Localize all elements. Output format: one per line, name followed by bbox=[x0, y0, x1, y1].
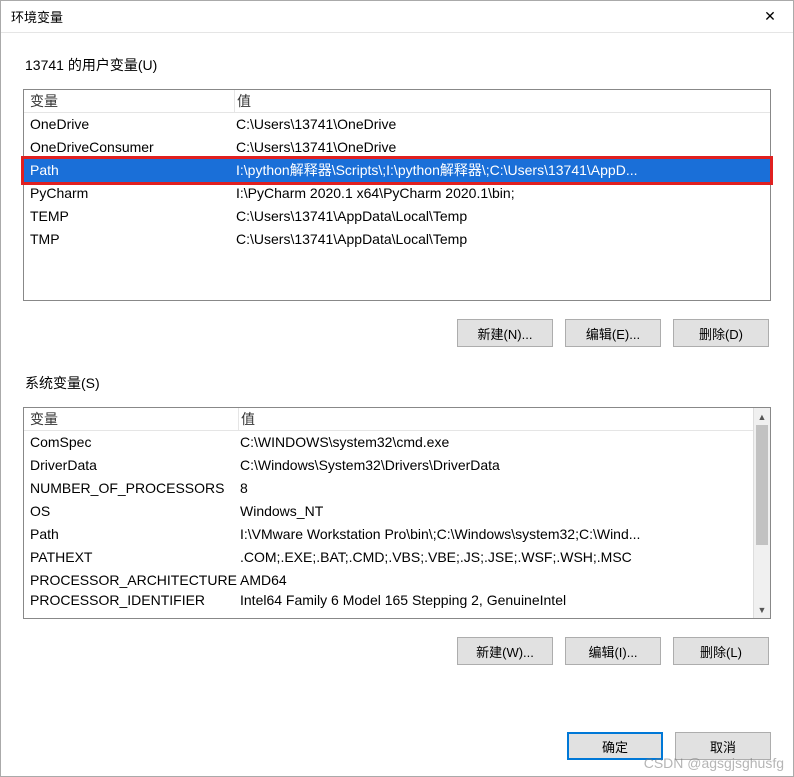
table-row[interactable]: PyCharmI:\PyCharm 2020.1 x64\PyCharm 202… bbox=[24, 182, 770, 205]
user-list-body: OneDriveC:\Users\13741\OneDriveOneDriveC… bbox=[24, 113, 770, 251]
system-list-body: ComSpecC:\WINDOWS\system32\cmd.exeDriver… bbox=[24, 431, 753, 609]
user-vars-list[interactable]: 变量 值 OneDriveC:\Users\13741\OneDriveOneD… bbox=[23, 89, 771, 301]
table-row[interactable]: TEMPC:\Users\13741\AppData\Local\Temp bbox=[24, 205, 770, 228]
scroll-up-icon[interactable]: ▲ bbox=[754, 408, 770, 425]
scroll-down-icon[interactable]: ▼ bbox=[754, 601, 770, 618]
scroll-thumb[interactable] bbox=[756, 425, 768, 545]
cell-variable: ComSpec bbox=[24, 431, 238, 454]
table-row[interactable]: DriverDataC:\Windows\System32\Drivers\Dr… bbox=[24, 454, 753, 477]
table-row[interactable]: PROCESSOR_ARCHITECTUREAMD64 bbox=[24, 569, 753, 592]
cell-variable: TMP bbox=[24, 228, 234, 251]
system-button-row: 新建(W)... 编辑(I)... 删除(L) bbox=[23, 637, 769, 665]
cell-value: C:\Users\13741\OneDrive bbox=[234, 136, 770, 159]
user-button-row: 新建(N)... 编辑(E)... 删除(D) bbox=[23, 319, 769, 347]
table-row[interactable]: OneDriveC:\Users\13741\OneDrive bbox=[24, 113, 770, 136]
table-row[interactable]: OneDriveConsumerC:\Users\13741\OneDrive bbox=[24, 136, 770, 159]
system-delete-button[interactable]: 删除(L) bbox=[673, 637, 769, 665]
table-row[interactable]: OSWindows_NT bbox=[24, 500, 753, 523]
table-row[interactable]: TMPC:\Users\13741\AppData\Local\Temp bbox=[24, 228, 770, 251]
table-row[interactable]: PathI:\VMware Workstation Pro\bin\;C:\Wi… bbox=[24, 523, 753, 546]
cell-variable: OS bbox=[24, 500, 238, 523]
scrollbar[interactable]: ▲ ▼ bbox=[753, 408, 770, 618]
dialog-footer: 确定 取消 bbox=[1, 722, 793, 776]
system-vars-label: 系统变量(S) bbox=[25, 373, 771, 393]
table-row[interactable]: PathI:\python解释器\Scripts\;I:\python解释器\;… bbox=[24, 159, 770, 182]
table-row[interactable]: NUMBER_OF_PROCESSORS8 bbox=[24, 477, 753, 500]
cell-variable: OneDrive bbox=[24, 113, 234, 136]
cell-variable: Path bbox=[24, 159, 234, 182]
titlebar: 环境变量 ✕ bbox=[1, 1, 793, 33]
cell-variable: OneDriveConsumer bbox=[24, 136, 234, 159]
cell-variable: NUMBER_OF_PROCESSORS bbox=[24, 477, 238, 500]
cell-variable: Path bbox=[24, 523, 238, 546]
cancel-button[interactable]: 取消 bbox=[675, 732, 771, 760]
window-title: 环境变量 bbox=[11, 7, 63, 26]
table-row[interactable]: PATHEXT.COM;.EXE;.BAT;.CMD;.VBS;.VBE;.JS… bbox=[24, 546, 753, 569]
cell-value: C:\Users\13741\AppData\Local\Temp bbox=[234, 205, 770, 228]
column-header-value[interactable]: 值 bbox=[238, 408, 753, 430]
table-row[interactable]: PROCESSOR_IDENTIFIERIntel64 Family 6 Mod… bbox=[24, 592, 753, 609]
cell-value: I:\VMware Workstation Pro\bin\;C:\Window… bbox=[238, 523, 753, 546]
column-header-value[interactable]: 值 bbox=[234, 90, 770, 112]
cell-value: .COM;.EXE;.BAT;.CMD;.VBS;.VBE;.JS;.JSE;.… bbox=[238, 546, 753, 569]
cell-variable: PROCESSOR_ARCHITECTURE bbox=[24, 569, 238, 592]
system-new-button[interactable]: 新建(W)... bbox=[457, 637, 553, 665]
user-vars-label: 13741 的用户变量(U) bbox=[25, 55, 771, 75]
cell-variable: DriverData bbox=[24, 454, 238, 477]
close-button[interactable]: ✕ bbox=[747, 1, 793, 33]
column-header-variable[interactable]: 变量 bbox=[24, 408, 238, 431]
user-delete-button[interactable]: 删除(D) bbox=[673, 319, 769, 347]
cell-value: C:\Users\13741\OneDrive bbox=[234, 113, 770, 136]
user-list-header: 变量 值 bbox=[24, 90, 770, 113]
column-header-variable[interactable]: 变量 bbox=[24, 90, 234, 113]
cell-variable: TEMP bbox=[24, 205, 234, 228]
table-row[interactable]: ComSpecC:\WINDOWS\system32\cmd.exe bbox=[24, 431, 753, 454]
cell-value: I:\PyCharm 2020.1 x64\PyCharm 2020.1\bin… bbox=[234, 182, 770, 205]
cell-value: Windows_NT bbox=[238, 500, 753, 523]
cell-variable: PyCharm bbox=[24, 182, 234, 205]
close-icon: ✕ bbox=[764, 8, 776, 25]
environment-variables-dialog: 环境变量 ✕ 13741 的用户变量(U) 变量 值 OneDriveC:\Us… bbox=[0, 0, 794, 777]
dialog-content: 13741 的用户变量(U) 变量 值 OneDriveC:\Users\137… bbox=[1, 33, 793, 722]
cell-variable: PROCESSOR_IDENTIFIER bbox=[24, 592, 238, 609]
system-list-header: 变量 值 bbox=[24, 408, 753, 431]
cell-value: AMD64 bbox=[238, 569, 753, 592]
cell-value: Intel64 Family 6 Model 165 Stepping 2, G… bbox=[238, 592, 753, 609]
cell-value: C:\Windows\System32\Drivers\DriverData bbox=[238, 454, 753, 477]
user-edit-button[interactable]: 编辑(E)... bbox=[565, 319, 661, 347]
cell-value: C:\WINDOWS\system32\cmd.exe bbox=[238, 431, 753, 454]
cell-value: C:\Users\13741\AppData\Local\Temp bbox=[234, 228, 770, 251]
cell-value: I:\python解释器\Scripts\;I:\python解释器\;C:\U… bbox=[234, 159, 770, 182]
user-new-button[interactable]: 新建(N)... bbox=[457, 319, 553, 347]
cell-variable: PATHEXT bbox=[24, 546, 238, 569]
cell-value: 8 bbox=[238, 477, 753, 500]
system-vars-list[interactable]: 变量 值 ComSpecC:\WINDOWS\system32\cmd.exeD… bbox=[23, 407, 771, 619]
system-edit-button[interactable]: 编辑(I)... bbox=[565, 637, 661, 665]
ok-button[interactable]: 确定 bbox=[567, 732, 663, 760]
